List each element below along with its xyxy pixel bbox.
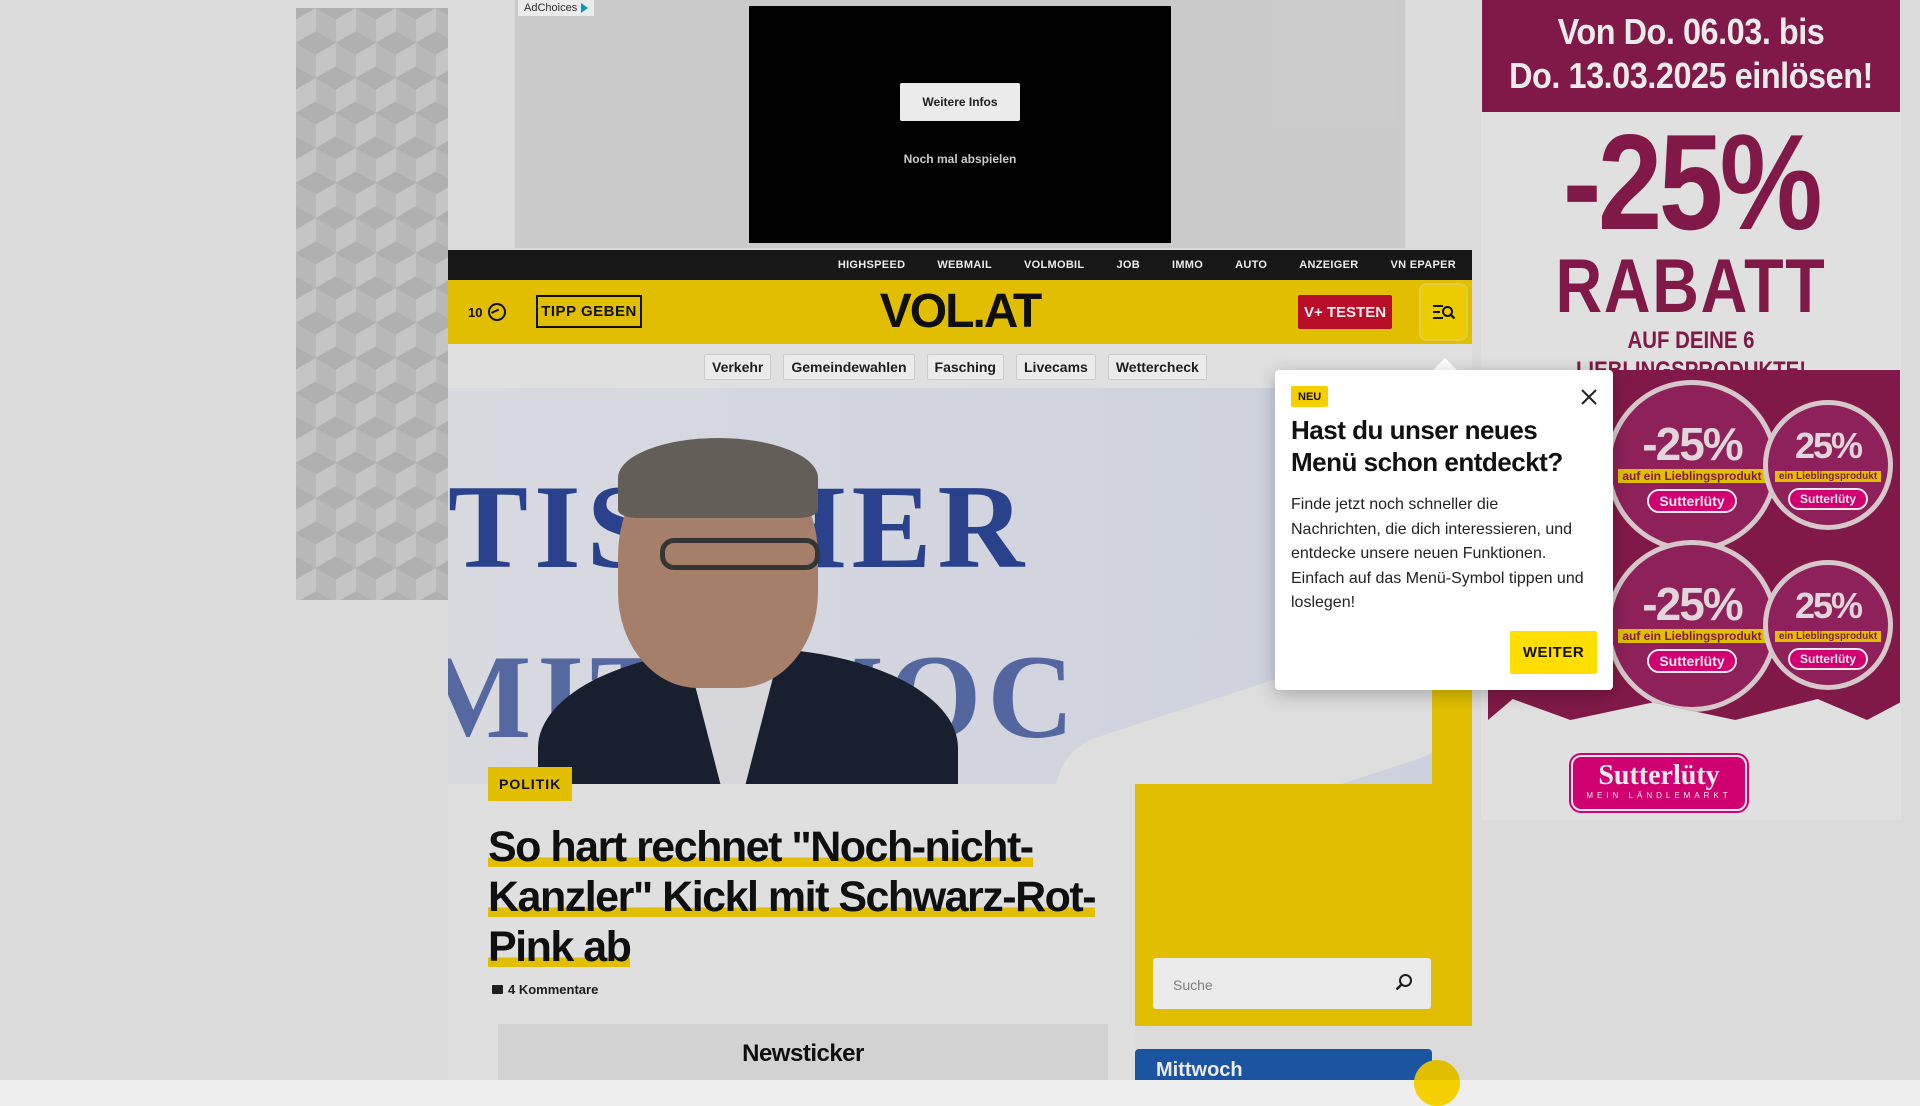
- close-icon[interactable]: [1578, 386, 1600, 408]
- popup-pointer: [1433, 358, 1457, 370]
- popup-title: Hast du unser neues Menü schon entdeckt?: [1291, 415, 1563, 477]
- popup-new-badge: NEU: [1291, 386, 1329, 407]
- weiter-button[interactable]: WEITER: [1510, 631, 1597, 674]
- popup-body: Finde jetzt noch schneller die Nachricht…: [1291, 496, 1584, 611]
- onboarding-overlay: [0, 0, 1920, 1080]
